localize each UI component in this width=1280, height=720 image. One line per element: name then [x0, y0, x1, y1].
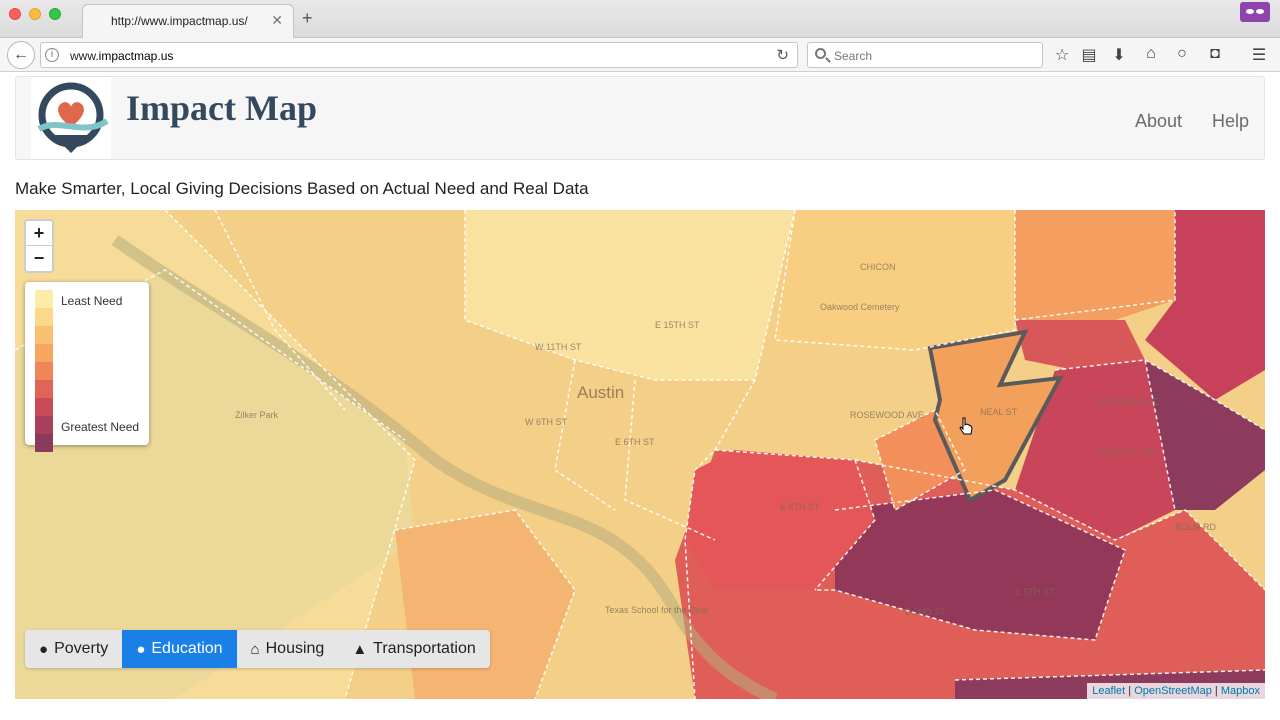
- zoom-out-button[interactable]: −: [26, 246, 52, 271]
- category-label: Housing: [265, 640, 325, 657]
- street-label: Oakwood Cemetery: [820, 302, 900, 312]
- close-window-button[interactable]: [9, 8, 21, 20]
- category-education-button[interactable]: ● Education: [122, 630, 237, 668]
- category-switcher: ● Poverty ● Education ⌂ Housing ▲ Transp…: [25, 630, 490, 668]
- browser-navbar: ← i www.impactmap.us ↻ Search ☆ ▤ ⬇ ⌂ ○ …: [0, 38, 1280, 72]
- legend-swatch: [35, 416, 53, 434]
- street-label: Zilker Park: [235, 410, 279, 420]
- category-transportation-button[interactable]: ▲ Transportation: [338, 630, 489, 668]
- downloads-icon[interactable]: ⬇: [1109, 45, 1129, 65]
- maximize-window-button[interactable]: [49, 8, 61, 20]
- bookmark-star-icon[interactable]: ☆: [1052, 45, 1072, 65]
- map-attribution: Leaflet | OpenStreetMap | Mapbox: [1087, 683, 1265, 699]
- search-placeholder: Search: [834, 49, 873, 63]
- chat-icon[interactable]: ○: [1172, 45, 1192, 63]
- street-label: E 2ND ST: [905, 607, 946, 617]
- zoom-control: + −: [24, 219, 54, 273]
- url-text: www.impactmap.us: [70, 49, 174, 63]
- site-title[interactable]: Impact Map: [126, 87, 317, 129]
- search-icon: [815, 48, 826, 59]
- road-icon: ▲: [352, 640, 368, 658]
- street-label: Texas School for the Deaf: [605, 605, 709, 615]
- url-bar[interactable]: i www.impactmap.us ↻: [40, 42, 798, 68]
- street-label: GOODWIN AVE: [1095, 397, 1159, 407]
- legend-swatch: [35, 344, 53, 362]
- attribution-leaflet-link[interactable]: Leaflet: [1092, 685, 1125, 697]
- legend-swatch: [35, 398, 53, 416]
- browser-tab[interactable]: http://www.impactmap.us/ ✕: [82, 4, 294, 38]
- minimize-window-button[interactable]: [29, 8, 41, 20]
- nav-link-about[interactable]: About: [1135, 111, 1182, 132]
- back-button[interactable]: ←: [7, 41, 35, 69]
- zoom-in-button[interactable]: +: [26, 221, 52, 246]
- legend-swatch: [35, 434, 53, 452]
- menu-icon[interactable]: ☰: [1249, 45, 1269, 65]
- legend-greatest-label: Greatest Need: [61, 420, 140, 434]
- piggy-bank-icon: ●: [39, 640, 49, 658]
- street-label: BOLM RD: [1175, 522, 1217, 532]
- category-label: Transportation: [373, 640, 476, 657]
- category-label: Education: [151, 640, 223, 657]
- category-label: Poverty: [54, 640, 109, 657]
- street-label: E 15TH ST: [655, 320, 700, 330]
- home-icon: ⌂: [250, 640, 260, 658]
- nav-link-help[interactable]: Help: [1212, 111, 1249, 132]
- street-label: E 6TH ST: [615, 437, 655, 447]
- page-tagline: Make Smarter, Local Giving Decisions Bas…: [15, 179, 589, 198]
- tab-title: http://www.impactmap.us/: [111, 14, 248, 28]
- map-canvas: E 15TH ST W 11TH ST W 6TH ST E 6TH ST RO…: [15, 210, 1265, 699]
- pocket-icon[interactable]: ◘: [1205, 45, 1225, 63]
- apple-icon: ●: [136, 640, 146, 658]
- legend-swatch: [35, 290, 53, 308]
- private-browsing-icon: [1240, 2, 1270, 22]
- city-label: Austin: [577, 383, 624, 402]
- street-label: GOVALLE AVE: [1095, 447, 1156, 457]
- reading-list-icon[interactable]: ▤: [1079, 45, 1099, 65]
- legend-swatch: [35, 308, 53, 326]
- legend-swatch: [35, 362, 53, 380]
- street-label: E 5TH ST: [1015, 587, 1055, 597]
- street-label: W 6TH ST: [525, 417, 568, 427]
- browser-titlebar: http://www.impactmap.us/ ✕ +: [0, 0, 1280, 38]
- legend-swatch: [35, 380, 53, 398]
- street-label: E 6TH ST: [780, 502, 820, 512]
- legend-swatch: [35, 326, 53, 344]
- home-icon[interactable]: ⌂: [1141, 45, 1161, 63]
- choropleth-map[interactable]: E 15TH ST W 11TH ST W 6TH ST E 6TH ST RO…: [15, 210, 1265, 699]
- street-label: W 11TH ST: [535, 342, 582, 352]
- reload-icon[interactable]: ↻: [776, 46, 789, 64]
- need-legend: Least Need Greatest Need: [25, 282, 149, 452]
- logo[interactable]: [31, 77, 111, 159]
- street-label: CHICON: [860, 262, 896, 272]
- category-housing-button[interactable]: ⌂ Housing: [237, 630, 339, 668]
- category-poverty-button[interactable]: ● Poverty: [25, 630, 122, 668]
- legend-swatches: [35, 290, 53, 452]
- search-input[interactable]: Search: [807, 42, 1043, 68]
- street-label: NEAL ST: [980, 407, 1018, 417]
- close-tab-icon[interactable]: ✕: [271, 12, 283, 29]
- attribution-mapbox-link[interactable]: Mapbox: [1221, 685, 1260, 697]
- info-icon[interactable]: i: [45, 48, 59, 62]
- attribution-osm-link[interactable]: OpenStreetMap: [1134, 685, 1212, 697]
- street-label: ROSEWOOD AVE: [850, 410, 924, 420]
- site-header: Impact Map About Help: [15, 76, 1265, 160]
- legend-least-label: Least Need: [61, 294, 123, 308]
- new-tab-button[interactable]: +: [302, 8, 313, 29]
